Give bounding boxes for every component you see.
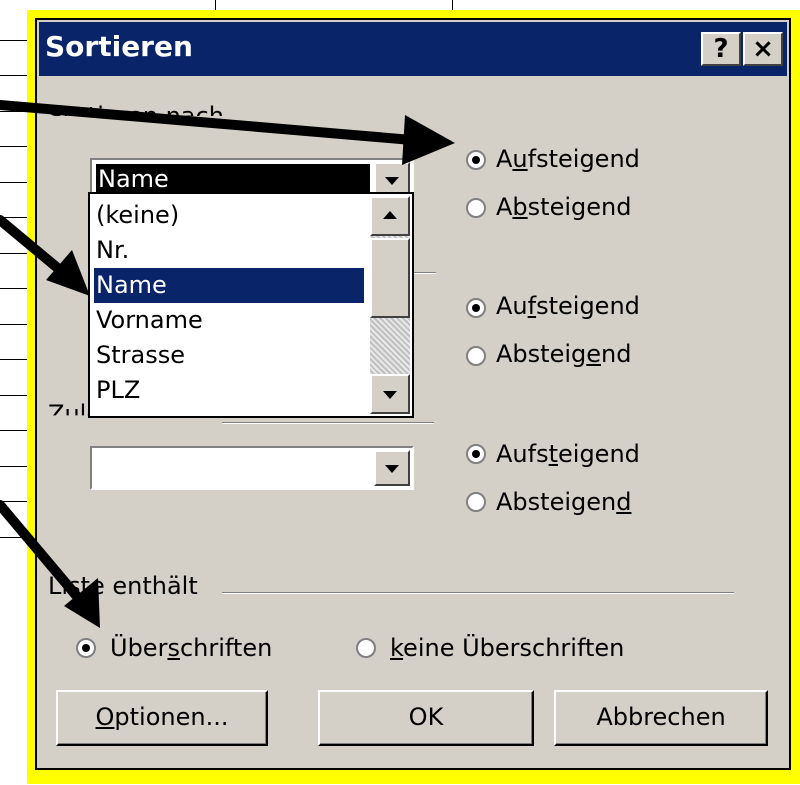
arrow-to-name-item bbox=[0, 215, 65, 275]
annotation-arrows bbox=[0, 100, 455, 628]
arrow-head bbox=[402, 115, 455, 165]
arrow-head bbox=[46, 250, 90, 296]
arrow-to-ascending bbox=[0, 100, 417, 145]
arrow-to-headings bbox=[0, 500, 85, 605]
